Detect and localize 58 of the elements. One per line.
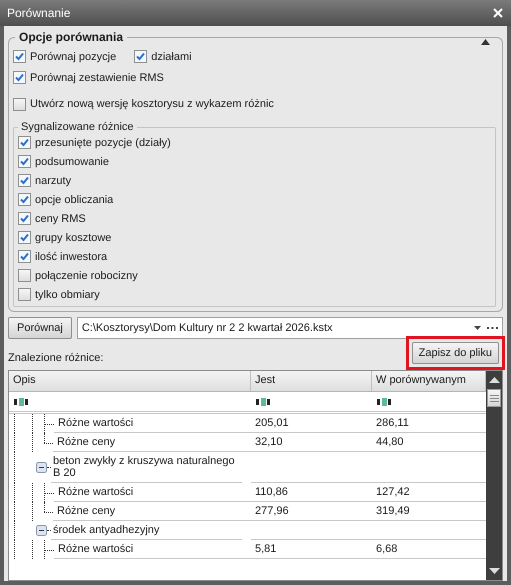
filter-icon[interactable] [256,398,271,406]
panel-title: Sygnalizowane różnice [21,121,134,133]
checkbox-label: Porównaj zestawienie RMS [30,72,164,84]
compare-button[interactable]: Porównaj [8,317,72,339]
save-button[interactable]: Zapisz do pliku [412,342,499,364]
tree-node-label[interactable]: środek antyadhezyjny [51,521,242,540]
checkbox[interactable] [134,50,148,63]
collapse-node-icon[interactable] [36,462,47,473]
tree-item-label[interactable]: Różne wartości [54,540,251,559]
filter-icon[interactable] [14,398,29,406]
checkbox[interactable] [13,50,26,63]
checkbox[interactable] [18,174,31,187]
checkbox-label: Utwórz nową wersję kosztorysu z wykazem różnic [30,98,274,110]
checkbox[interactable] [18,288,31,301]
panel-title: Opcje porównania [19,30,124,44]
checkbox-label: ilość inwestora [35,250,108,262]
checkbox[interactable] [18,155,31,168]
checkbox-label: przesunięte pozycje (działy) [35,136,171,148]
checkbox[interactable] [18,212,31,225]
checkbox-label: opcje obliczania [35,194,114,206]
checkbox-label: narzuty [35,174,72,186]
close-icon[interactable] [493,8,503,18]
collapse-icon[interactable] [481,39,490,45]
checkbox-label: Porównaj pozycje [30,50,116,62]
table-cell: 110,86 [251,483,372,502]
checkbox-label: ceny RMS [35,212,86,224]
collapse-node-icon[interactable] [36,525,47,536]
table-cell: 277,96 [251,502,372,521]
table-cell: 32,10 [251,433,372,452]
checkbox[interactable] [18,136,31,149]
checkbox[interactable] [13,98,26,110]
tree-item-label[interactable]: Różne wartości [54,414,251,433]
tree-item-label[interactable]: Różne ceny [53,502,251,521]
column-header[interactable]: Opis [9,371,251,391]
file-path-field[interactable]: C:\Kosztorysy\Dom Kultury nr 2 2 kwartał 2026.kstx [76,317,503,339]
window-title: Porównanie [7,6,70,20]
tree-item-label[interactable]: Różne wartości [54,483,251,502]
checkbox[interactable] [18,193,31,206]
column-header[interactable]: Jest [251,371,372,391]
checkbox[interactable] [18,231,31,244]
tree-node-label[interactable]: beton zwykły z kruszywa naturalnego B 20 [51,452,242,483]
tree-item-label[interactable]: Różne ceny [53,433,251,452]
results-label: Znalezione różnice: [8,352,104,366]
checkbox[interactable] [13,71,26,84]
checkbox-label: podsumowanie [35,156,109,168]
checkbox-label: grupy kosztowe [35,232,112,244]
checkbox-label: działami [151,50,192,62]
table-cell: 205,01 [251,414,372,433]
checkbox-label: tylko obmiary [35,288,100,300]
checkbox[interactable] [18,269,31,282]
checkbox-label: połączenie robocizny [35,270,138,282]
filter-icon[interactable] [377,398,392,406]
checkbox[interactable] [18,250,31,263]
dropdown-icon[interactable] [474,326,481,330]
scrollbar-thumb[interactable] [487,389,501,407]
table-cell: 5,81 [251,540,372,559]
file-path-text: C:\Kosztorysy\Dom Kultury nr 2 2 kwartał 2026.kstx [82,322,334,334]
more-icon[interactable] [487,326,498,330]
